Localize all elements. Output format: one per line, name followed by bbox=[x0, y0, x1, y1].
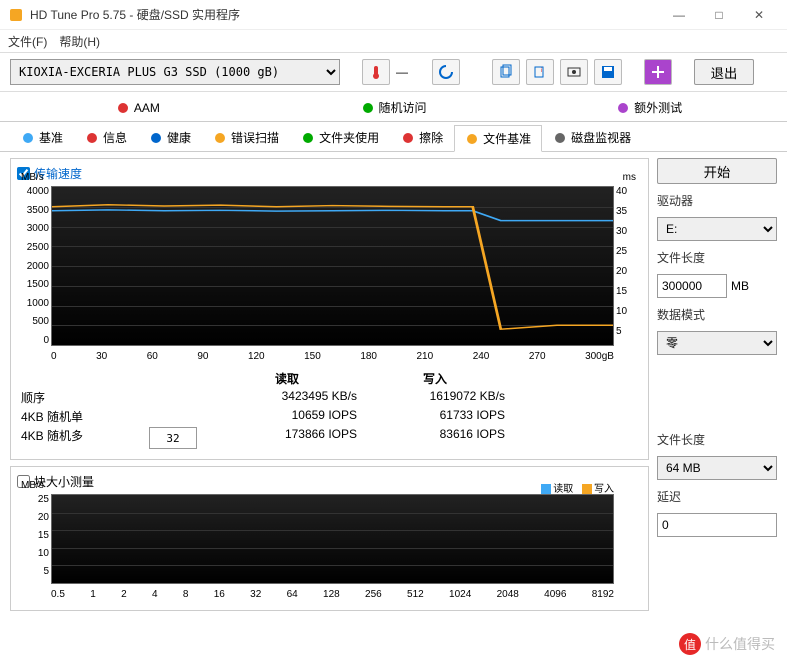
tab-信息[interactable]: 信息 bbox=[74, 124, 138, 151]
window-title: HD Tune Pro 5.75 - 硬盘/SSD 实用程序 bbox=[30, 6, 659, 23]
datamode-label: 数据模式 bbox=[657, 306, 777, 323]
svg-text:i: i bbox=[541, 68, 542, 74]
copy-button[interactable] bbox=[492, 59, 520, 85]
sidebar: 开始 驱动器 E: 文件长度 MB 数据模式 零 文件长度 64 MB 延迟 bbox=[657, 158, 777, 617]
tab-label: 健康 bbox=[167, 129, 191, 146]
random-icon bbox=[361, 101, 375, 115]
menu-help[interactable]: 帮助(H) bbox=[59, 33, 100, 50]
toolbar: KIOXIA-EXCERIA PLUS G3 SSD (1000 gB) — i… bbox=[0, 52, 787, 92]
menubar: 文件(F) 帮助(H) bbox=[0, 30, 787, 52]
tab-基准[interactable]: 基准 bbox=[10, 124, 74, 151]
tab-擦除[interactable]: 擦除 bbox=[390, 124, 454, 151]
transfer-checkbox-label[interactable]: 传输速度 bbox=[17, 165, 642, 182]
tab-label: 信息 bbox=[103, 129, 127, 146]
filelen-unit: MB bbox=[731, 279, 749, 293]
tab-文件夹使用[interactable]: 文件夹使用 bbox=[290, 124, 390, 151]
app-icon bbox=[8, 7, 24, 23]
tab-文件基准[interactable]: 文件基准 bbox=[454, 125, 542, 152]
chart1-unit-left: MB/s bbox=[21, 172, 44, 183]
tabs-row2: 基准 信息 健康 错误扫描 文件夹使用 擦除 文件基准 磁盘监视器 bbox=[0, 122, 787, 152]
delay-input[interactable] bbox=[657, 513, 777, 537]
filelen2-select[interactable]: 64 MB bbox=[657, 456, 777, 480]
tab-错误扫描[interactable]: 错误扫描 bbox=[202, 124, 290, 151]
tab-label: 磁盘监视器 bbox=[571, 129, 631, 146]
blocksize-chart bbox=[51, 494, 614, 584]
watermark-text: 什么值得买 bbox=[705, 634, 775, 654]
chart1-xaxis: 0306090120150180210240270300gB bbox=[51, 351, 614, 362]
tabs-row1: AAM 随机访问 额外测试 bbox=[0, 92, 787, 122]
blocksize-panel: 块大小测量 MB/s 读取 写入 252015105 0.51248163264… bbox=[10, 466, 649, 611]
results-table: 读取写入顺序3423495 KB/s1619072 KB/s4KB 随机单106… bbox=[17, 366, 642, 453]
exit-button[interactable]: 退出 bbox=[694, 59, 754, 85]
close-button[interactable]: ✕ bbox=[739, 1, 779, 29]
health-icon bbox=[149, 131, 163, 145]
transfer-panel: 传输速度 MB/s ms 400035003000250020001500100… bbox=[10, 158, 649, 460]
menu-file[interactable]: 文件(F) bbox=[8, 33, 47, 50]
tab-额外测试[interactable]: 额外测试 bbox=[521, 94, 777, 121]
tab-磁盘监视器[interactable]: 磁盘监视器 bbox=[542, 124, 642, 151]
chart1-yaxis-left: 40003500300025002000150010005000 bbox=[21, 186, 49, 346]
drive-label: 驱动器 bbox=[657, 192, 777, 209]
monitor-icon bbox=[553, 131, 567, 145]
info-icon bbox=[85, 131, 99, 145]
tab-label: 随机访问 bbox=[379, 99, 427, 116]
tab-随机访问[interactable]: 随机访问 bbox=[266, 94, 522, 121]
minimize-button[interactable]: — bbox=[659, 1, 699, 29]
scan-icon bbox=[213, 131, 227, 145]
filelen-input[interactable] bbox=[657, 274, 727, 298]
datamode-select[interactable]: 零 bbox=[657, 331, 777, 355]
settings-button[interactable] bbox=[644, 59, 672, 85]
transfer-chart bbox=[51, 186, 614, 346]
tab-label: 擦除 bbox=[419, 129, 443, 146]
screenshot-button[interactable] bbox=[560, 59, 588, 85]
tab-label: 基准 bbox=[39, 129, 63, 146]
temperature-button[interactable] bbox=[362, 59, 390, 85]
queue-depth-input[interactable] bbox=[149, 427, 197, 449]
tab-AAM[interactable]: AAM bbox=[10, 94, 266, 121]
tab-label: AAM bbox=[134, 101, 160, 115]
bulb-icon bbox=[21, 131, 35, 145]
chart2-yaxis-left: 252015105 bbox=[21, 494, 49, 584]
tab-label: 文件夹使用 bbox=[319, 129, 379, 146]
erase-icon bbox=[401, 131, 415, 145]
chart2-xaxis: 0.512481632641282565121024204840968192 bbox=[51, 589, 614, 600]
watermark: 值 什么值得买 bbox=[679, 633, 775, 655]
folder-icon bbox=[301, 131, 315, 145]
maximize-button[interactable]: □ bbox=[699, 1, 739, 29]
save-button[interactable] bbox=[594, 59, 622, 85]
drive-select[interactable]: KIOXIA-EXCERIA PLUS G3 SSD (1000 gB) bbox=[10, 59, 340, 85]
speaker-icon bbox=[116, 101, 130, 115]
chart1-unit-right: ms bbox=[623, 172, 636, 183]
tab-label: 额外测试 bbox=[634, 99, 682, 116]
extra-icon bbox=[616, 101, 630, 115]
tab-label: 错误扫描 bbox=[231, 129, 279, 146]
titlebar: HD Tune Pro 5.75 - 硬盘/SSD 实用程序 — □ ✕ bbox=[0, 0, 787, 30]
chart2-unit-left: MB/s bbox=[21, 480, 44, 491]
chart2-legend: 读取 写入 bbox=[535, 480, 614, 495]
refresh-button[interactable] bbox=[432, 59, 460, 85]
filelen-label: 文件长度 bbox=[657, 249, 777, 266]
filebench-icon bbox=[465, 132, 479, 146]
chart1-yaxis-right: 403530252015105 bbox=[616, 186, 636, 346]
tab-健康[interactable]: 健康 bbox=[138, 124, 202, 151]
drive-letter-select[interactable]: E: bbox=[657, 217, 777, 241]
tab-label: 文件基准 bbox=[483, 130, 531, 147]
delay-label: 延迟 bbox=[657, 488, 777, 505]
temperature-value: — bbox=[396, 65, 426, 79]
start-button[interactable]: 开始 bbox=[657, 158, 777, 184]
watermark-icon: 值 bbox=[679, 633, 701, 655]
copy-info-button[interactable]: i bbox=[526, 59, 554, 85]
filelen2-label: 文件长度 bbox=[657, 431, 777, 448]
